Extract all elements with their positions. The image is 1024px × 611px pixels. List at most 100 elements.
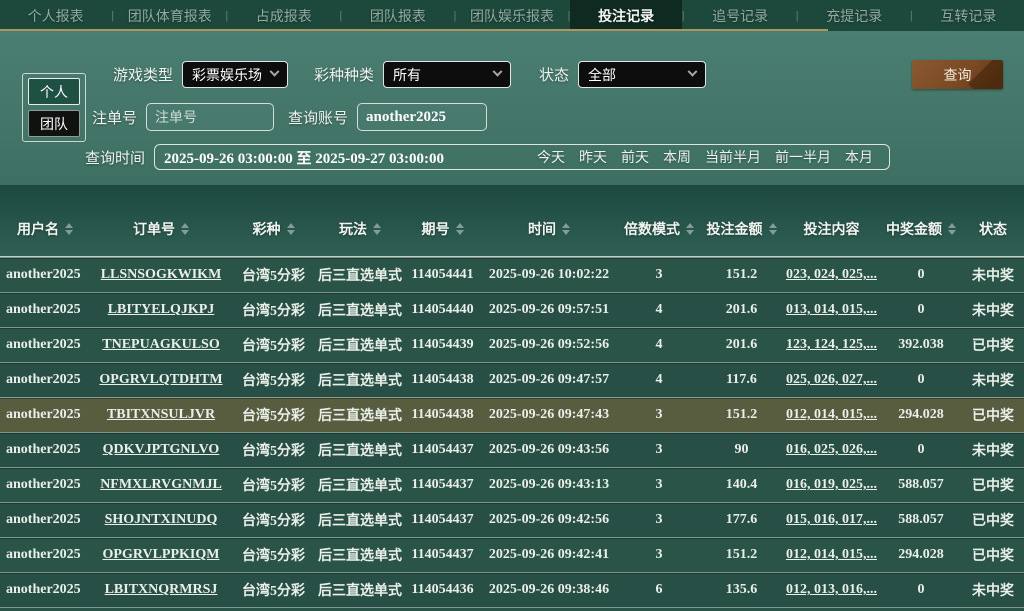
bet-content-link[interactable]: 123, 124, 125,...	[783, 337, 880, 353]
table-cell: 0	[917, 372, 925, 387]
filter-row-inputs: 注单号 查询账号	[92, 103, 488, 131]
table-cell: 后三直选单式	[318, 409, 402, 424]
order-number-link[interactable]: SHOJNTXINUDQ	[90, 512, 232, 528]
quick-range-link[interactable]: 昨天	[579, 147, 607, 167]
sort-icon[interactable]	[181, 222, 189, 235]
table-cell: 2025-09-26 09:47:57	[488, 372, 610, 387]
lottery-category-select[interactable]: 所有	[383, 61, 512, 88]
time-range-input[interactable]: 2025-09-26 03:00:00 至 2025-09-27 03:00:0…	[164, 147, 530, 168]
quick-range-link[interactable]: 今天	[537, 147, 565, 167]
nav-tab[interactable]: 团队娱乐报表	[456, 0, 567, 31]
column-header[interactable]: 中奖金额	[880, 219, 962, 239]
order-number-link[interactable]: TBITXNSULJVR	[90, 407, 232, 423]
status-select[interactable]: 全部	[578, 61, 707, 88]
order-number-link[interactable]: OPGRVLQTDHTM	[90, 372, 232, 388]
column-header-label: 订单号	[133, 220, 175, 237]
order-number-link[interactable]: LBITYELQJKPJ	[90, 302, 232, 318]
table-row: another2025 LLSNSOGKWIKM 台湾5分彩 后三直选单式 114054…	[0, 257, 1024, 292]
nav-tab[interactable]: 团队体育报表	[114, 0, 225, 31]
status-cell: 已中奖	[972, 479, 1014, 494]
table-cell: 294.028	[898, 407, 944, 422]
column-header[interactable]: 投注金额	[700, 219, 783, 239]
bet-content-link[interactable]: 025, 026, 027,...	[783, 372, 880, 388]
column-header-label: 期号	[421, 220, 450, 237]
order-number-link[interactable]: NFMXLRVGNMJL	[90, 477, 232, 493]
status-cell: 已中奖	[972, 409, 1014, 424]
table-cell: 后三直选单式	[318, 514, 402, 529]
quick-range-link[interactable]: 本周	[663, 147, 691, 167]
quick-range-link[interactable]: 前天	[621, 147, 649, 167]
table-cell: 3	[655, 547, 663, 562]
bet-content-link[interactable]: 016, 019, 025,...	[783, 477, 880, 493]
scope-team-button[interactable]: 团队	[28, 110, 80, 137]
nav-tab-active[interactable]: 投注记录	[570, 0, 682, 31]
table-cell: 台湾5分彩	[242, 304, 305, 319]
nav-tab[interactable]: 追号记录	[685, 0, 796, 31]
table-cell: 2025-09-26 09:43:13	[488, 477, 610, 492]
sort-icon[interactable]	[948, 222, 956, 235]
table-cell: 392.038	[898, 337, 944, 352]
bet-content-link[interactable]: 013, 014, 015,...	[783, 302, 880, 318]
sort-icon[interactable]	[65, 222, 73, 235]
order-number-link[interactable]: LBITXNQRMRSJ	[90, 582, 232, 598]
table-cell: 114054436	[411, 582, 474, 597]
column-header[interactable]: 状态	[962, 219, 1024, 239]
order-number-link[interactable]: OPGRVLPPKIQM	[90, 547, 232, 563]
quick-range-link[interactable]: 前一半月	[775, 147, 831, 167]
order-number-link[interactable]: LLSNSOGKWIKM	[90, 267, 232, 283]
nav-tab[interactable]: 个人报表	[0, 0, 111, 31]
column-header[interactable]: 投注内容	[783, 219, 880, 239]
nav-tab[interactable]: 互转记录	[913, 0, 1024, 31]
bet-content-link[interactable]: 012, 014, 015,...	[783, 547, 880, 563]
bet-content-link[interactable]: 012, 014, 015,...	[783, 407, 880, 423]
bet-content-link[interactable]: 012, 013, 016,...	[783, 582, 880, 598]
table-cell: 后三直选单式	[318, 584, 402, 599]
search-button[interactable]: 查询	[912, 60, 1003, 89]
column-header[interactable]: 订单号	[90, 219, 232, 239]
nav-tab[interactable]: 充提记录	[799, 0, 910, 31]
order-no-input[interactable]	[146, 103, 275, 131]
bet-content-link[interactable]: 016, 025, 026,...	[783, 442, 880, 458]
column-header[interactable]: 期号	[405, 219, 480, 239]
game-type-select[interactable]: 彩票娱乐场	[182, 61, 289, 88]
sort-icon[interactable]	[686, 222, 694, 235]
table-row: another2025 LBITYELQJKPJ 台湾5分彩 后三直选单式 114054…	[0, 292, 1024, 327]
column-header[interactable]: 时间	[480, 219, 618, 239]
order-number-link[interactable]: TNEPUAGKULSO	[90, 337, 232, 353]
column-header[interactable]: 彩种	[232, 219, 315, 239]
account-input[interactable]	[357, 103, 488, 131]
column-header-label: 倍数模式	[624, 220, 680, 237]
sort-icon[interactable]	[373, 222, 381, 235]
sort-icon[interactable]	[455, 222, 464, 235]
column-header[interactable]: 用户名	[0, 219, 90, 239]
sort-icon[interactable]	[562, 222, 570, 235]
nav-tab[interactable]: 团队报表	[342, 0, 453, 31]
table-cell: 0	[917, 302, 925, 317]
filter-row-selects: 游戏类型 彩票娱乐场 彩种种类 所有 状态 全部	[113, 61, 707, 88]
quick-range-link[interactable]: 本月	[845, 147, 873, 167]
status-value: 全部	[588, 66, 617, 83]
table-row: another2025 TNEPUAGKULSO 台湾5分彩 后三直选单式 114054…	[0, 327, 1024, 362]
column-header[interactable]: 倍数模式	[618, 219, 700, 239]
bet-content-link[interactable]: 023, 024, 025,...	[783, 267, 880, 283]
table-cell: 588.057	[898, 477, 944, 492]
bet-content-link[interactable]: 015, 016, 017,...	[783, 512, 880, 528]
sort-icon[interactable]	[286, 222, 295, 235]
top-nav: 个人报表 | 团队体育报表 | 占成报表 | 团队报表 | 团队娱乐报表 | 投注记录 | 追号记录 | 充…	[0, 0, 1024, 31]
table-row: another2025 OPGRVLPPKIQM 台湾5分彩 后三直选单式 114054…	[0, 537, 1024, 572]
status-cell: 未中奖	[972, 269, 1014, 284]
filter-row-time: 查询时间 2025-09-26 03:00:00 至 2025-09-27 03…	[85, 144, 891, 170]
table-cell: 后三直选单式	[318, 339, 402, 354]
status-cell: 未中奖	[972, 304, 1014, 319]
table-cell: 294.028	[898, 547, 944, 562]
sort-icon[interactable]	[768, 222, 777, 235]
table-cell: 3	[655, 442, 663, 457]
table-cell: 151.2	[725, 267, 758, 282]
scope-personal-button[interactable]: 个人	[28, 78, 80, 105]
order-number-link[interactable]: QDKVJPTGNLVO	[90, 442, 232, 458]
table-cell: 台湾5分彩	[242, 409, 305, 424]
nav-tab[interactable]: 占成报表	[228, 0, 339, 31]
time-range-box: 2025-09-26 03:00:00 至 2025-09-27 03:00:0…	[154, 144, 891, 170]
quick-range-link[interactable]: 当前半月	[705, 147, 761, 167]
column-header[interactable]: 玩法	[315, 219, 405, 239]
